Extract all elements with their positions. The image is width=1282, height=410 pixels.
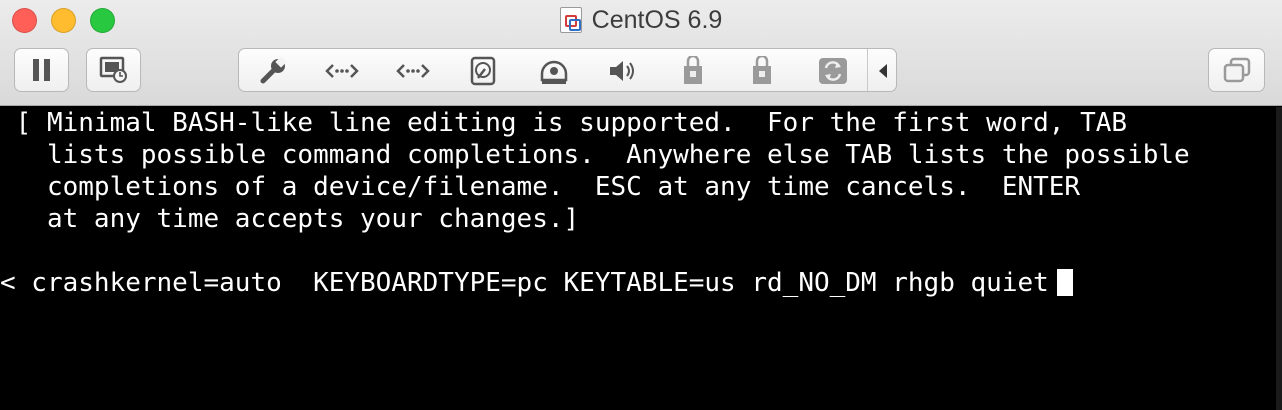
usb-lock-icon: [684, 56, 702, 84]
settings-button[interactable]: [255, 55, 291, 87]
network-icon: [396, 64, 430, 78]
network-icon: [325, 64, 359, 78]
optical-disc-icon: [540, 60, 568, 84]
collapse-toolbar-button[interactable]: [869, 55, 897, 87]
title-bar: CentOS 6.9: [0, 4, 1282, 36]
copy-windows-icon: [1223, 57, 1250, 83]
console-line: [ Minimal BASH-like line editing is supp…: [0, 108, 1128, 138]
text-cursor: [1056, 269, 1073, 296]
usb-device-2-button[interactable]: [744, 55, 780, 87]
snapshot-button[interactable]: [86, 48, 141, 92]
speaker-icon: [610, 61, 634, 81]
toolbar-divider: [867, 49, 868, 91]
sound-button[interactable]: [605, 55, 641, 87]
console-scrollbar[interactable]: [1276, 107, 1282, 410]
kernel-args-text: < crashkernel=auto KEYBOARDTYPE=pc KEYTA…: [0, 268, 1049, 298]
network-adapter-2-button[interactable]: [395, 55, 431, 87]
pause-button[interactable]: [14, 48, 69, 92]
unity-mode-button[interactable]: [1208, 48, 1265, 92]
network-adapter-1-button[interactable]: [324, 55, 360, 87]
console-line: at any time accepts your changes.]: [0, 204, 580, 234]
refresh-icon: [819, 58, 847, 84]
optical-drive-button[interactable]: [536, 55, 572, 87]
console-line: completions of a device/filename. ESC at…: [0, 172, 1081, 202]
usb-device-1-button[interactable]: [675, 55, 711, 87]
window-chrome: CentOS 6.9: [0, 0, 1282, 106]
vm-document-icon: [559, 7, 582, 33]
vm-window: CentOS 6.9 [Minimal BASH-like line edit…: [0, 0, 1282, 410]
shared-folder-button[interactable]: [815, 55, 851, 87]
snapshot-icon: [99, 56, 127, 83]
command-input-line[interactable]: < crashkernel=auto KEYBOARDTYPE=pc KEYTA…: [0, 267, 1073, 299]
pause-icon: [32, 59, 50, 81]
device-toolbar: [238, 48, 897, 92]
vm-console[interactable]: [ Minimal BASH-like line editing is supp…: [0, 107, 1276, 410]
window-title: CentOS 6.9: [591, 5, 723, 34]
collapse-left-icon: [879, 64, 887, 78]
wrench-icon: [260, 56, 287, 84]
console-line: lists possible command completions. Anyw…: [0, 140, 1190, 170]
usb-lock-icon: [753, 56, 771, 84]
hard-disk-icon: [470, 56, 496, 86]
hard-disk-button[interactable]: [465, 55, 501, 87]
